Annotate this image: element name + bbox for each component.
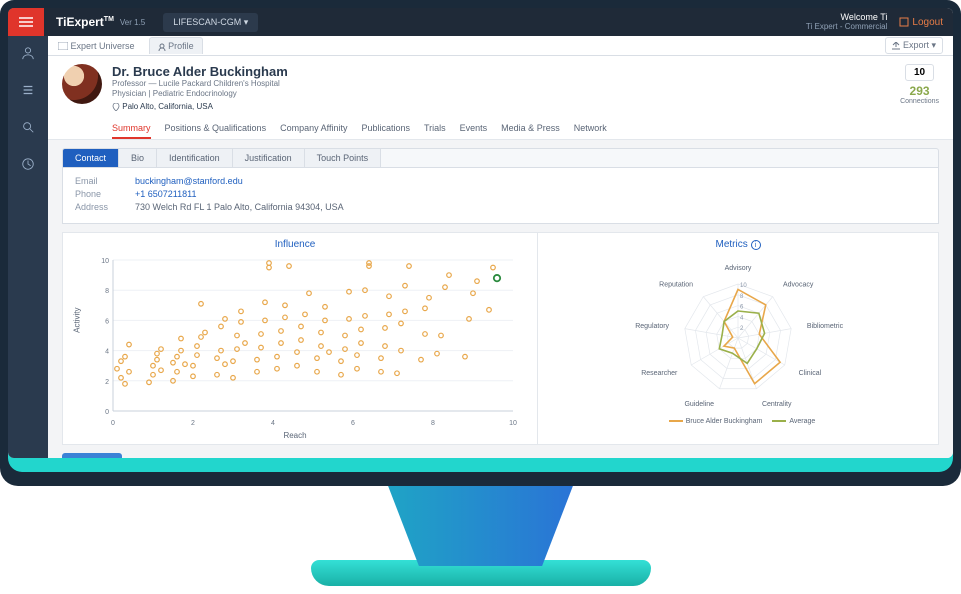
svg-text:10: 10 bbox=[740, 283, 747, 289]
main-tabs: Summary Positions & Qualifications Compa… bbox=[112, 119, 607, 139]
tab-positions[interactable]: Positions & Qualifications bbox=[165, 119, 267, 139]
svg-text:Researcher: Researcher bbox=[641, 370, 678, 377]
svg-text:4: 4 bbox=[271, 420, 275, 427]
tab-trials[interactable]: Trials bbox=[424, 119, 446, 139]
person-location: Palo Alto, California, USA bbox=[112, 102, 607, 111]
activities-button[interactable]: Activities bbox=[62, 453, 122, 458]
subtab-touchpoints[interactable]: Touch Points bbox=[305, 149, 382, 167]
product-dropdown[interactable]: LIFESCAN-CGM ▾ bbox=[163, 13, 258, 32]
welcome-line-2: Ti Expert - Commercial bbox=[806, 23, 888, 32]
top-bar: TiExpertTM Ver 1.5 LIFESCAN-CGM ▾ Welcom… bbox=[8, 8, 953, 36]
subtab-identification[interactable]: Identification bbox=[157, 149, 233, 167]
legend-series-2: Average bbox=[789, 418, 815, 425]
tab-expert-universe[interactable]: Expert Universe bbox=[58, 41, 135, 51]
person-icon bbox=[158, 43, 166, 51]
hamburger-button[interactable] bbox=[8, 8, 44, 36]
svg-text:8: 8 bbox=[431, 420, 435, 427]
person-specialty: Physician | Pediatric Endocrinology bbox=[112, 89, 607, 99]
logout-icon bbox=[899, 17, 909, 27]
influence-chart: Influence Activity 0 2 4 6 8 10 0 2 4 6 8 10 Reach bbox=[63, 233, 527, 444]
tab-profile[interactable]: Profile bbox=[149, 37, 203, 54]
monitor-mockup: TiExpertTM Ver 1.5 LIFESCAN-CGM ▾ Welcom… bbox=[0, 0, 961, 586]
hierarchy-icon bbox=[58, 42, 68, 50]
svg-text:8: 8 bbox=[105, 288, 109, 295]
phone-value[interactable]: +1 6507211811 bbox=[135, 189, 196, 199]
tab-media[interactable]: Media & Press bbox=[501, 119, 560, 139]
legend-series-1: Bruce Alder Buckingham bbox=[686, 418, 763, 425]
logout-link[interactable]: Logout bbox=[899, 17, 943, 28]
sub-tabs: Contact Bio Identification Justification… bbox=[62, 148, 939, 168]
side-nav bbox=[8, 36, 48, 458]
svg-text:10: 10 bbox=[101, 258, 109, 265]
subtab-justification[interactable]: Justification bbox=[233, 149, 305, 167]
connections-label: Connections bbox=[900, 98, 939, 105]
metrics-chart: Metrics i 246810AdvisoryAdvocacyBibliome… bbox=[537, 233, 938, 444]
radar-legend: Bruce Alder Buckingham Average bbox=[546, 418, 930, 425]
svg-text:4: 4 bbox=[105, 348, 109, 355]
svg-text:Bibliometric: Bibliometric bbox=[807, 323, 844, 330]
svg-text:Reputation: Reputation bbox=[659, 281, 693, 288]
screen: TiExpertTM Ver 1.5 LIFESCAN-CGM ▾ Welcom… bbox=[8, 8, 953, 458]
hamburger-icon bbox=[19, 17, 33, 27]
tab-network[interactable]: Network bbox=[574, 119, 607, 139]
svg-text:10: 10 bbox=[509, 420, 517, 427]
radar-plot: 246810AdvisoryAdvocacyBibliometricClinic… bbox=[598, 254, 878, 414]
nav-list-icon[interactable] bbox=[21, 83, 35, 102]
location-pin-icon bbox=[112, 103, 120, 111]
brand-name: TiExpertTM bbox=[56, 15, 114, 29]
influence-title: Influence bbox=[71, 239, 519, 250]
person-name: Dr. Bruce Alder Buckingham bbox=[112, 64, 607, 79]
svg-text:2: 2 bbox=[191, 420, 195, 427]
svg-text:Clinical: Clinical bbox=[799, 370, 822, 377]
tab-publications[interactable]: Publications bbox=[361, 119, 410, 139]
info-icon[interactable]: i bbox=[751, 240, 761, 250]
svg-text:Centrality: Centrality bbox=[762, 401, 792, 408]
phone-label: Phone bbox=[75, 189, 135, 199]
svg-text:Advisory: Advisory bbox=[725, 265, 752, 272]
nav-user-icon[interactable] bbox=[21, 46, 35, 65]
email-value[interactable]: buckingham@stanford.edu bbox=[135, 176, 243, 186]
person-title: Professor — Lucile Packard Children's Ho… bbox=[112, 79, 607, 89]
charts-row: Influence Activity 02468100246810 Reach … bbox=[62, 232, 939, 445]
svg-text:Guideline: Guideline bbox=[684, 401, 714, 408]
nav-search-icon[interactable] bbox=[21, 120, 35, 139]
email-label: Email bbox=[75, 176, 135, 186]
x-axis-label: Reach bbox=[71, 431, 519, 440]
contact-panel: Email buckingham@stanford.edu Phone +1 6… bbox=[62, 168, 939, 224]
svg-text:0: 0 bbox=[105, 409, 109, 416]
subtab-bio[interactable]: Bio bbox=[119, 149, 157, 167]
svg-text:6: 6 bbox=[351, 420, 355, 427]
export-icon bbox=[892, 42, 900, 50]
y-axis-label: Activity bbox=[73, 308, 82, 333]
connections-box: 10 293 Connections bbox=[900, 62, 939, 105]
tab-summary[interactable]: Summary bbox=[112, 119, 151, 139]
scatter-plot: 0 2 4 6 8 10 0 2 4 6 8 10 bbox=[89, 254, 519, 429]
score-value: 10 bbox=[905, 64, 934, 81]
svg-text:2: 2 bbox=[105, 379, 109, 386]
tab-company-affinity[interactable]: Company Affinity bbox=[280, 119, 347, 139]
export-button[interactable]: Export ▾ bbox=[885, 37, 943, 54]
svg-text:0: 0 bbox=[111, 420, 115, 427]
nav-clock-icon[interactable] bbox=[21, 157, 35, 176]
content-area: Expert Universe Profile Export ▾ Dr. Bru… bbox=[48, 36, 953, 458]
subtab-contact[interactable]: Contact bbox=[63, 149, 119, 167]
profile-header: Dr. Bruce Alder Buckingham Professor — L… bbox=[48, 56, 953, 140]
address-label: Address bbox=[75, 202, 135, 212]
svg-text:6: 6 bbox=[105, 318, 109, 325]
brand-version: Ver 1.5 bbox=[120, 18, 145, 27]
connections-value[interactable]: 293 bbox=[900, 84, 939, 98]
metrics-title: Metrics i bbox=[546, 239, 930, 250]
svg-text:Regulatory: Regulatory bbox=[635, 323, 669, 330]
avatar bbox=[62, 64, 102, 104]
svg-text:Advocacy: Advocacy bbox=[783, 281, 814, 288]
welcome-block: Welcome Ti Ti Expert - Commercial bbox=[806, 13, 888, 32]
monitor-stand-neck bbox=[371, 486, 591, 566]
address-value: 730 Welch Rd FL 1 Palo Alto, California … bbox=[135, 202, 344, 212]
breadcrumb-strip: Expert Universe Profile Export ▾ bbox=[48, 36, 953, 56]
tab-events[interactable]: Events bbox=[460, 119, 488, 139]
chevron-down-icon: ▾ bbox=[244, 17, 249, 27]
